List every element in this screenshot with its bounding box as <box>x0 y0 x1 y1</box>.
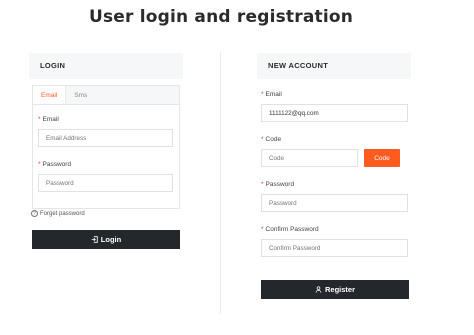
register-email-label: * Email <box>261 91 282 98</box>
tab-sms[interactable]: Sms <box>66 86 95 104</box>
user-icon <box>315 286 322 293</box>
tab-email[interactable]: Email <box>33 86 67 104</box>
new-account-section-header: NEW ACCOUNT <box>257 53 411 79</box>
required-marker: * <box>261 181 264 188</box>
login-tabs: Email Sms <box>33 86 179 105</box>
register-button-label: Register <box>324 285 355 294</box>
required-marker: * <box>261 91 264 98</box>
required-marker: * <box>38 116 41 123</box>
login-email-label: * Email <box>38 116 59 123</box>
register-confirm-input[interactable] <box>261 239 408 257</box>
register-button[interactable]: Register <box>261 280 409 299</box>
register-email-input[interactable] <box>261 104 408 122</box>
register-password-input[interactable] <box>261 194 408 212</box>
required-marker: * <box>261 226 264 233</box>
question-circle-icon: ? <box>31 210 38 217</box>
page-title: User login and registration <box>88 7 354 27</box>
login-button[interactable]: Login <box>32 230 180 249</box>
required-marker: * <box>38 161 41 168</box>
register-confirm-label: * Confirm Password <box>261 226 319 233</box>
required-marker: * <box>261 136 264 143</box>
register-password-label: * Password <box>261 181 295 188</box>
login-password-label: * Password <box>38 161 72 168</box>
sign-in-icon <box>91 236 98 243</box>
login-email-input[interactable] <box>38 129 173 147</box>
login-button-label: Login <box>100 235 122 244</box>
register-code-input[interactable] <box>261 149 358 167</box>
send-code-button[interactable]: Code <box>364 149 400 167</box>
forget-password-link[interactable]: ? Forget password <box>31 210 85 217</box>
login-password-input[interactable] <box>38 174 173 192</box>
login-section-header: LOGIN <box>29 53 183 79</box>
register-code-label: * Code <box>261 136 282 143</box>
section-divider <box>220 52 221 314</box>
forget-password-label: Forget password <box>40 210 85 217</box>
